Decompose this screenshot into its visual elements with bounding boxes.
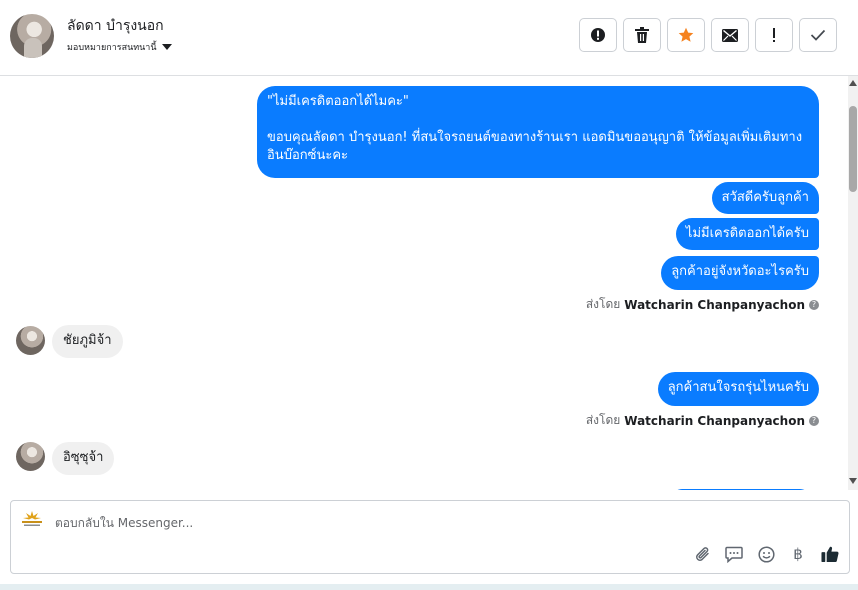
follow-up-button[interactable] xyxy=(755,18,793,52)
spam-button[interactable] xyxy=(579,18,617,52)
delete-button[interactable] xyxy=(623,18,661,52)
conversation-header: ลัดดา บำรุงนอก มอบหมายการสนทนานี้ xyxy=(0,0,858,76)
sent-by-prefix: ส่งโดย xyxy=(585,297,621,311)
envelope-icon xyxy=(722,28,738,42)
contact-name[interactable]: ลัดดา บำรุงนอก xyxy=(67,15,164,37)
smiley-icon[interactable] xyxy=(757,545,775,563)
scroll-up-arrow-icon[interactable] xyxy=(849,80,857,86)
sent-by-label: ส่งโดย Watcharin Chanpanyachon ? xyxy=(586,295,819,314)
outgoing-message-partial xyxy=(672,489,810,490)
sent-by-label: ส่งโดย Watcharin Chanpanyachon ? xyxy=(586,411,819,430)
unread-button[interactable] xyxy=(711,18,749,52)
contact-avatar-small[interactable] xyxy=(16,442,45,471)
message-thread: "ไม่มีเครดิตออกได้ไมคะ" ขอบคุณลัดดา บำรุ… xyxy=(0,76,848,490)
exclamation-icon xyxy=(773,28,775,42)
thumbs-up-icon[interactable] xyxy=(821,545,839,563)
trash-icon xyxy=(635,27,649,43)
assign-conversation-dropdown[interactable]: มอบหมายการสนทนานี้ xyxy=(67,40,172,54)
chat-bubble-icon[interactable] xyxy=(725,545,743,563)
reply-input[interactable]: ตอบกลับใน Messenger... xyxy=(55,514,193,533)
star-button[interactable] xyxy=(667,18,705,52)
caret-down-icon xyxy=(161,44,172,50)
incoming-message[interactable]: อิซุซุจ้า xyxy=(52,442,115,475)
scroll-thumb[interactable] xyxy=(849,106,857,192)
assign-label: มอบหมายการสนทนานี้ xyxy=(67,43,157,53)
outgoing-message[interactable]: สวัสดีครับลูกค้า xyxy=(711,182,819,214)
done-button[interactable] xyxy=(799,18,837,52)
outgoing-message[interactable]: "ไม่มีเครดิตออกได้ไมคะ" ขอบคุณลัดดา บำรุ… xyxy=(257,86,819,178)
header-actions xyxy=(579,18,837,52)
sender-name: Watcharin Chanpanyachon xyxy=(624,413,805,428)
check-icon xyxy=(810,29,826,41)
outgoing-message[interactable]: ลูกค้าสนใจรถรุ่นไหนครับ xyxy=(657,372,819,406)
contact-avatar[interactable] xyxy=(10,14,54,58)
sent-by-prefix: ส่งโดย xyxy=(585,413,621,427)
scroll-down-arrow-icon[interactable] xyxy=(849,478,857,484)
help-icon[interactable]: ? xyxy=(809,299,819,310)
reply-composer[interactable]: ตอบกลับใน Messenger... ฿ xyxy=(10,500,850,574)
incoming-message[interactable]: ชัยภูมิจ้า xyxy=(52,325,123,358)
outgoing-message[interactable]: ไม่มีเครดิตออกได้ครับ xyxy=(675,218,819,250)
page-logo-icon xyxy=(22,511,42,526)
paperclip-icon[interactable] xyxy=(693,545,711,563)
bottom-strip xyxy=(0,584,858,590)
alert-circle-icon xyxy=(591,28,605,42)
star-icon xyxy=(678,27,694,42)
contact-avatar-small[interactable] xyxy=(16,326,45,355)
sender-name: Watcharin Chanpanyachon xyxy=(624,297,805,312)
outgoing-message[interactable]: ลูกค้าอยู่จังหวัดอะไรครับ xyxy=(661,256,819,290)
composer-tools: ฿ xyxy=(693,545,839,563)
baht-icon[interactable]: ฿ xyxy=(789,545,807,563)
message-scrollbar[interactable] xyxy=(848,76,858,490)
help-icon[interactable]: ? xyxy=(809,415,819,426)
